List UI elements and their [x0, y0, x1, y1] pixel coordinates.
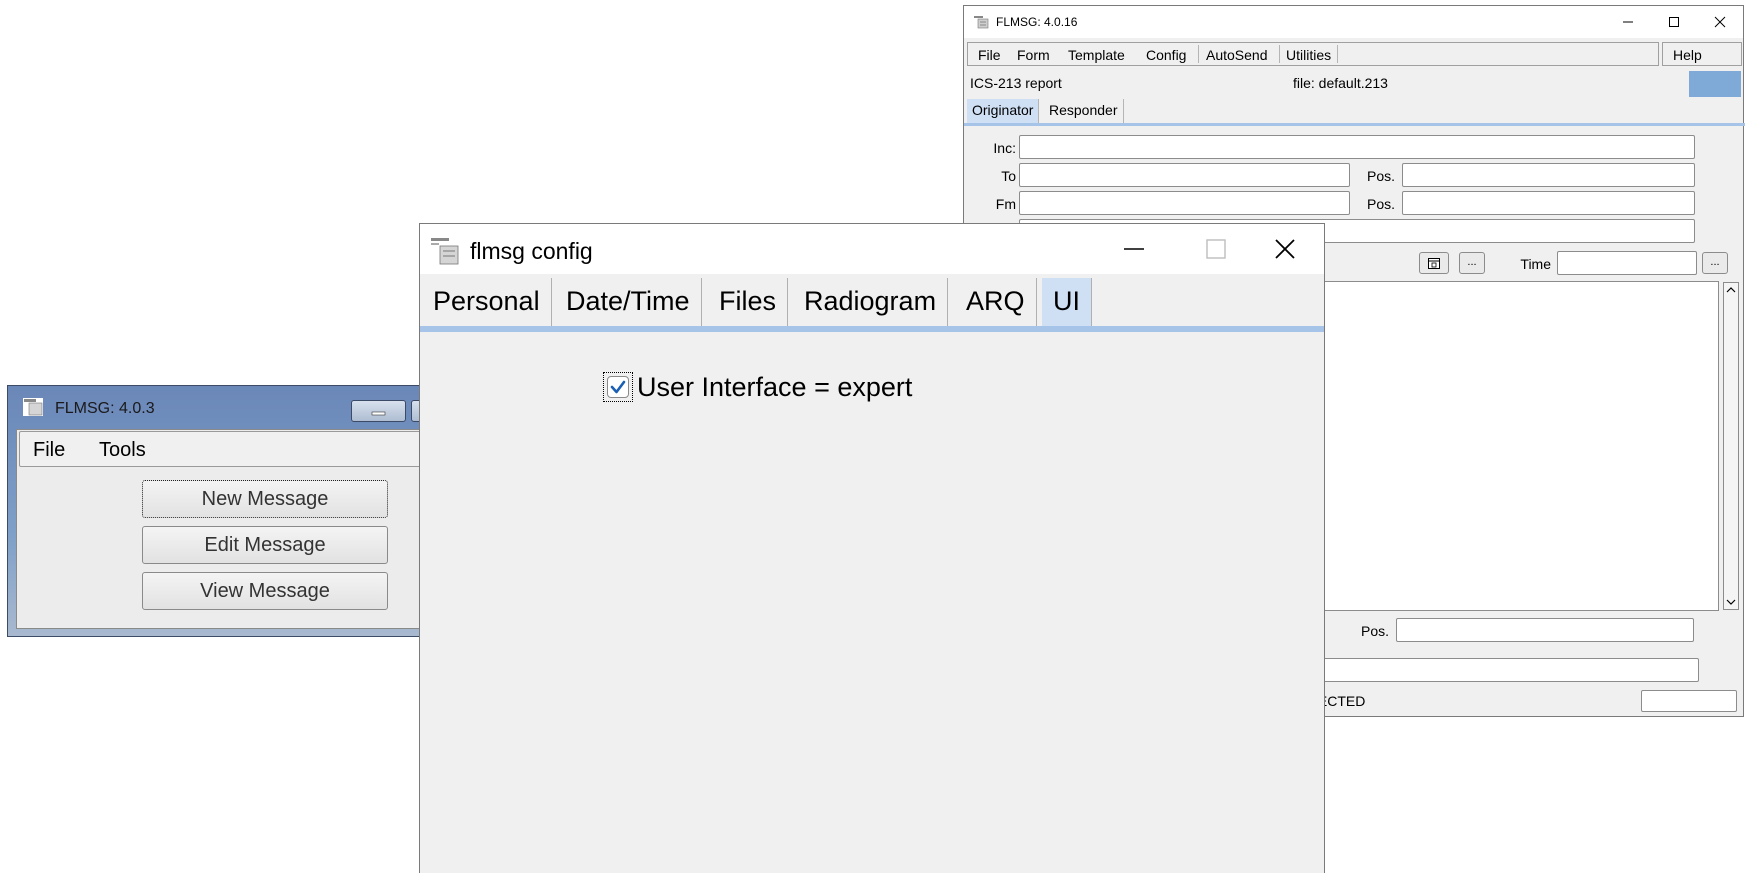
to-field[interactable] [1019, 163, 1350, 187]
to-pos-label: Pos. [1366, 168, 1395, 184]
title-bar: FLMSG: 4.0.16 [964, 6, 1743, 38]
menu-separator [1198, 45, 1199, 63]
minimize-button[interactable] [351, 400, 406, 422]
app-icon [23, 398, 43, 416]
scroll-up-icon [1726, 287, 1736, 293]
minimize-icon [1124, 248, 1144, 250]
tab-responder[interactable]: Responder [1044, 99, 1124, 123]
minimize-icon [1623, 21, 1633, 23]
menu-separator [1279, 45, 1280, 63]
menu-tools[interactable]: Tools [99, 439, 146, 462]
scroll-down-icon [1726, 599, 1736, 605]
menu-autosend[interactable]: AutoSend [1206, 47, 1268, 63]
fm-field[interactable] [1019, 191, 1350, 215]
status-box [1641, 690, 1737, 712]
new-message-button[interactable]: New Message [142, 480, 388, 518]
user-interface-expert-checkbox[interactable] [603, 372, 633, 402]
window-title: FLMSG: 4.0.16 [996, 15, 1078, 29]
tab-files[interactable]: Files [708, 278, 789, 326]
tab-arq[interactable]: ARQ [955, 278, 1037, 326]
form-tabs: Originator Responder [964, 97, 1745, 126]
tab-personal[interactable]: Personal [422, 278, 552, 326]
time-picker-button[interactable]: ... [1702, 252, 1728, 274]
to-pos-field[interactable] [1402, 163, 1695, 187]
window-title: FLMSG: 4.0.3 [55, 400, 155, 417]
minimize-button[interactable] [1605, 6, 1651, 38]
to-label: To [1001, 168, 1016, 184]
close-button[interactable] [1697, 6, 1743, 38]
close-icon [1275, 239, 1295, 259]
checkmark-icon [610, 380, 626, 394]
app-icon [430, 236, 460, 266]
fm-pos-field[interactable] [1402, 191, 1695, 215]
maximize-icon [1669, 17, 1679, 27]
close-icon [1714, 16, 1726, 28]
menu-help[interactable]: Help [1673, 47, 1702, 63]
menu-utilities[interactable]: Utilities [1286, 47, 1331, 63]
menu-file[interactable]: File [33, 439, 65, 462]
config-tabs: Personal Date/Time Files Radiogram ARQ U… [420, 274, 1324, 332]
menu-template[interactable]: Template [1068, 47, 1125, 63]
calendar-button[interactable] [1419, 252, 1449, 274]
tab-ui[interactable]: UI [1042, 278, 1092, 326]
app-icon [973, 15, 989, 29]
tab-originator[interactable]: Originator [967, 99, 1040, 123]
menu-separator [1337, 45, 1338, 63]
window-title: flmsg config [470, 238, 593, 264]
reply-pos-label: Pos. [1360, 623, 1389, 639]
tab-radiogram[interactable]: Radiogram [793, 278, 949, 326]
checkbox-box [607, 376, 629, 398]
edit-message-button[interactable]: Edit Message [142, 526, 388, 564]
maximize-button[interactable] [1651, 6, 1697, 38]
date-picker-button[interactable]: ... [1459, 252, 1485, 274]
time-label: Time [1520, 256, 1551, 272]
fm-label: Fm [995, 196, 1016, 212]
time-field[interactable] [1557, 251, 1697, 275]
file-name: file: default.213 [1293, 75, 1388, 91]
minimize-icon [371, 411, 386, 416]
close-button[interactable] [1244, 224, 1326, 274]
menu-bar: File Form Template Config AutoSend Utili… [967, 42, 1659, 66]
reply-pos-field[interactable] [1396, 618, 1694, 642]
fm-pos-label: Pos. [1366, 196, 1395, 212]
menu-config[interactable]: Config [1146, 47, 1186, 63]
minimize-button[interactable] [1093, 224, 1175, 274]
view-message-button[interactable]: View Message [142, 572, 388, 610]
user-interface-expert-label[interactable]: User Interface = expert [637, 372, 912, 403]
calendar-icon [1428, 258, 1440, 269]
form-name: ICS-213 report [970, 75, 1062, 91]
inc-label: Inc: [993, 140, 1016, 156]
info-bar: ICS-213 report file: default.213 [964, 68, 1745, 97]
title-bar: flmsg config [420, 224, 1324, 274]
inc-field[interactable] [1019, 135, 1695, 159]
flmsg-config-window: flmsg config Personal Date/Time Files Ra… [419, 223, 1325, 873]
menu-form[interactable]: Form [1017, 47, 1050, 63]
help-menu-box: Help [1662, 42, 1742, 66]
message-scrollbar[interactable] [1723, 282, 1739, 610]
status-indicator [1689, 71, 1741, 97]
tab-date-time[interactable]: Date/Time [555, 278, 702, 326]
maximize-icon [1206, 239, 1226, 259]
menu-file[interactable]: File [978, 47, 1001, 63]
